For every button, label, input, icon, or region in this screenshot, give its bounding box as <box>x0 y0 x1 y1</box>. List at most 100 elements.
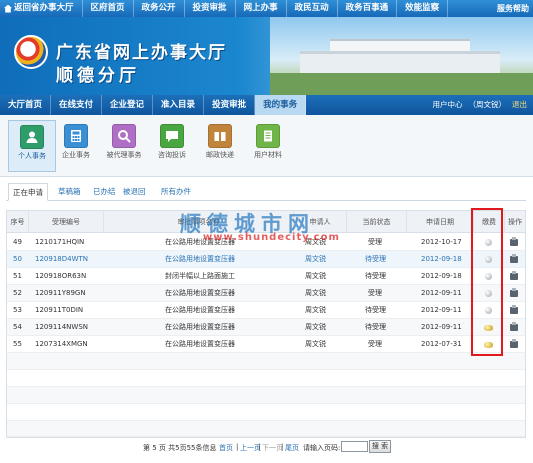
top-nav-investment-approval[interactable]: 投资审批 <box>185 0 236 17</box>
row-status: 待受理 <box>365 323 386 331</box>
row-status: 待受理 <box>365 272 386 280</box>
row-item: 在公路用地设置变压器 <box>165 340 235 348</box>
row-applicant: 周文锐 <box>305 340 326 348</box>
print-icon[interactable] <box>510 271 518 280</box>
row-no: 52 <box>13 289 22 297</box>
row-date: 2012-09-11 <box>421 306 462 314</box>
main-nav-enterprise-registration[interactable]: 企业登记 <box>102 95 154 115</box>
row-item[interactable]: 在公路用地设置变压器 <box>165 251 235 268</box>
empty-row <box>7 353 525 370</box>
main-nav-my-affairs[interactable]: 我的事务 <box>255 95 307 115</box>
service-icon-row: 个人事务 企业事务 被代理事务 咨询投诉 邮政快递 用户材料 <box>0 115 533 177</box>
banner-lawn <box>270 73 533 95</box>
page-number-input[interactable] <box>341 441 368 452</box>
row-no: 50 <box>13 255 22 263</box>
user-name: （周文锐） <box>468 100 507 109</box>
tab-returned[interactable]: 被退回 <box>123 183 146 201</box>
row-item: 在公路用地设置变压器 <box>165 289 235 297</box>
row-date: 2012-09-18 <box>421 272 462 280</box>
row-no: 51 <box>13 272 22 280</box>
banner: 广东省网上办事大厅 顺德分厅 <box>0 17 533 95</box>
tab-completed[interactable]: 已办结 <box>93 183 116 201</box>
tile-postal-express[interactable]: 邮政快递 <box>196 120 244 172</box>
row-id: 120918OR63N <box>35 272 87 280</box>
row-id: 1209114NWSN <box>35 323 89 331</box>
print-icon[interactable] <box>510 322 518 331</box>
chat-icon <box>160 124 184 148</box>
pager-separator: | <box>258 443 261 451</box>
table-row[interactable]: 51 120918OR63N 封闭半幅以上路面施工 周文锐 待受理 2012-0… <box>7 268 525 285</box>
row-status: 待受理 <box>365 255 386 263</box>
watermark-url: www.shundecity.com <box>203 232 340 243</box>
row-id: 120911T0DIN <box>35 306 84 314</box>
applications-table: 序号 受理编号 审批事项名称 申请人 当前状态 申请日期 缴费 操作 49 12… <box>6 210 526 438</box>
last-page-link[interactable]: 尾页 <box>285 443 299 453</box>
pager-separator: | <box>236 443 239 451</box>
top-nav-label: 返回省办事大厅 <box>14 3 74 13</box>
row-item: 在公路用地设置变压器 <box>165 323 235 331</box>
tile-personal-affairs[interactable]: 个人事务 <box>8 120 56 172</box>
top-nav-back-to-province[interactable]: 返回省办事大厅 <box>0 0 83 17</box>
tile-proxy-affairs[interactable]: 被代理事务 <box>100 120 148 172</box>
home-icon <box>4 4 12 13</box>
empty-row <box>7 370 525 387</box>
top-nav-efficiency[interactable]: 效能监察 <box>397 0 449 17</box>
print-icon[interactable] <box>510 305 518 314</box>
main-nav: 大厅首页 在线支付 企业登记 准入目录 投资审批 我的事务 用户中心 （周文锐）… <box>0 95 533 115</box>
tile-enterprise-affairs[interactable]: 企业事务 <box>52 120 100 172</box>
magnifier-icon <box>112 124 136 148</box>
top-nav-district-home[interactable]: 区府首页 <box>83 0 134 17</box>
table-row[interactable]: 55 1207314XMGN 在公路用地设置变压器 周文锐 受理 2012-07… <box>7 336 525 353</box>
row-item: 封闭半幅以上路面施工 <box>165 272 235 280</box>
logout-link[interactable]: 退出 <box>512 95 527 115</box>
print-icon[interactable] <box>510 339 518 348</box>
header-actions: 操作 <box>508 218 522 226</box>
tile-user-materials[interactable]: 用户材料 <box>244 120 292 172</box>
top-nav-gov-info[interactable]: 政务百事通 <box>338 0 398 17</box>
row-no: 55 <box>13 340 22 348</box>
tile-consult-complaint[interactable]: 咨询投诉 <box>148 120 196 172</box>
print-icon[interactable] <box>510 288 518 297</box>
main-nav-hall-home[interactable]: 大厅首页 <box>0 95 52 115</box>
top-nav-online-services[interactable]: 网上办事 <box>236 0 287 17</box>
user-area: 用户中心 （周文锐） 退出 <box>433 95 528 115</box>
service-help-link[interactable]: 服务帮助 <box>497 0 529 17</box>
first-page-link[interactable]: 首页 <box>219 443 233 453</box>
tab-drafts[interactable]: 草稿箱 <box>58 183 81 201</box>
row-status: 待受理 <box>365 306 386 314</box>
tile-label: 用户材料 <box>254 151 282 159</box>
print-icon[interactable] <box>510 237 518 246</box>
table-row[interactable]: 52 120911Y89GN 在公路用地设置变压器 周文锐 受理 2012-09… <box>7 285 525 302</box>
row-id[interactable]: 120918D4WTN <box>35 251 88 268</box>
row-status: 受理 <box>368 289 382 297</box>
row-date: 2012-09-11 <box>421 323 462 331</box>
tile-label: 企业事务 <box>62 151 90 159</box>
main-nav-access-catalog[interactable]: 准入目录 <box>153 95 205 115</box>
row-applicant: 周文锐 <box>305 255 326 263</box>
row-id: 1207314XMGN <box>35 340 88 348</box>
empty-row <box>7 421 525 437</box>
row-no: 49 <box>13 238 22 246</box>
tab-all[interactable]: 所有办件 <box>161 183 191 201</box>
top-nav-gov-affairs[interactable]: 政务公开 <box>134 0 185 17</box>
calculator-icon <box>64 124 88 148</box>
go-button[interactable]: 搜 索 <box>369 440 391 453</box>
main-nav-online-payment[interactable]: 在线支付 <box>51 95 103 115</box>
tile-label: 咨询投诉 <box>158 151 186 159</box>
top-nav-interaction[interactable]: 政民互动 <box>287 0 338 17</box>
next-page-link: 下一页 <box>262 444 283 452</box>
row-id: 1210171HQIN <box>35 238 85 246</box>
tab-applying[interactable]: 正在申请 <box>8 183 48 201</box>
table-row[interactable]: 53 120911T0DIN 在公路用地设置变压器 周文锐 待受理 2012-0… <box>7 302 525 319</box>
tile-label: 个人事务 <box>18 152 46 160</box>
table-row[interactable]: 54 1209114NWSN 在公路用地设置变压器 周文锐 待受理 2012-0… <box>7 319 525 336</box>
row-date: 2012-09-11 <box>421 289 462 297</box>
banner-building <box>300 51 500 73</box>
main-nav-investment-approval[interactable]: 投资审批 <box>204 95 256 115</box>
table-row[interactable]: 50 120918D4WTN 在公路用地设置变压器 周文锐 待受理 2012-0… <box>7 251 525 268</box>
person-icon <box>20 125 44 149</box>
folder-icon <box>256 124 280 148</box>
print-icon[interactable] <box>510 254 518 263</box>
user-center-link[interactable]: 用户中心 <box>433 95 463 115</box>
row-date: 2012-10-17 <box>421 238 462 246</box>
